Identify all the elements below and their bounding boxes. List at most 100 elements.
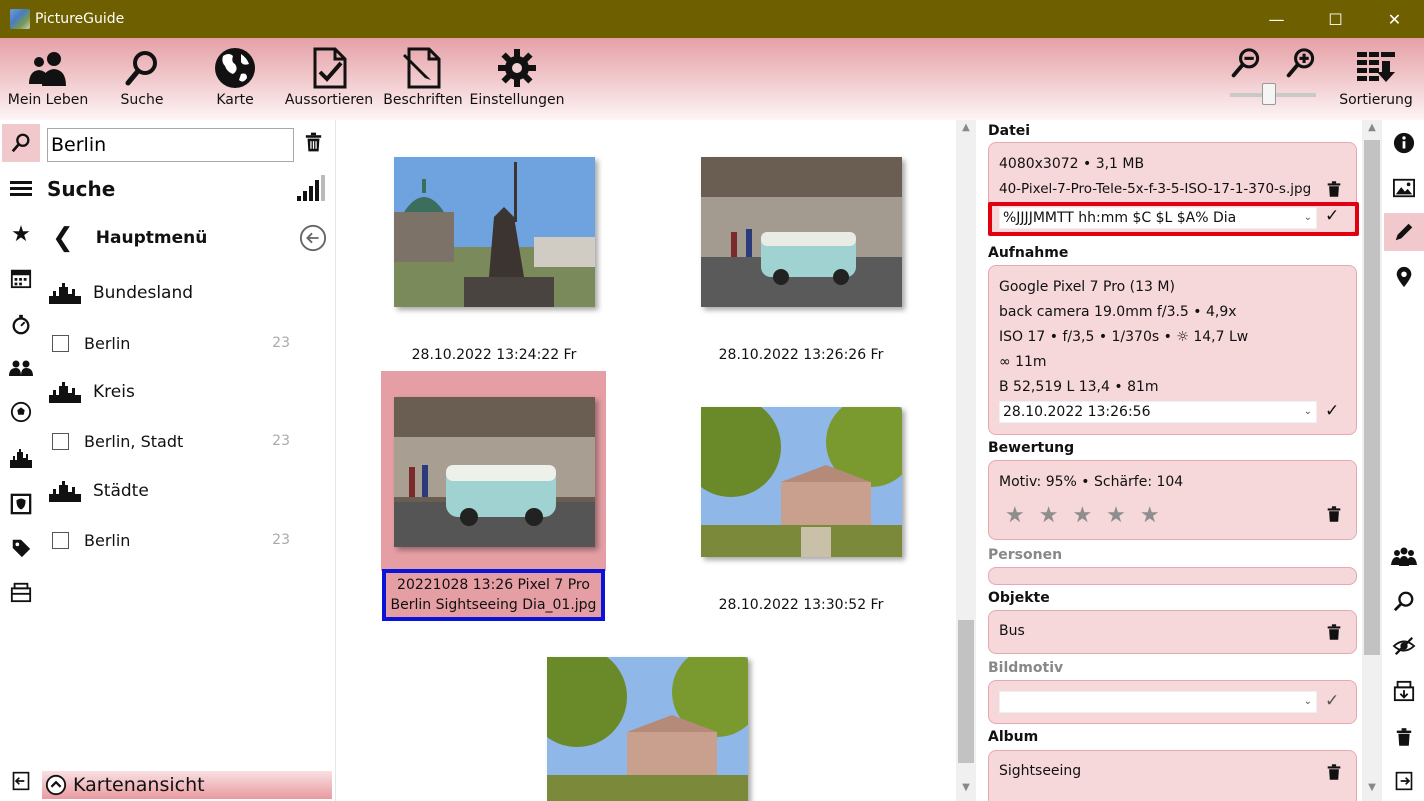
- clear-search-button[interactable]: [305, 132, 322, 156]
- image-view-button[interactable]: [1391, 175, 1417, 201]
- rail-menu-button[interactable]: [8, 176, 34, 202]
- info-button[interactable]: [1391, 130, 1417, 156]
- hide-button[interactable]: [1391, 633, 1417, 659]
- gallery-scrollbar[interactable]: ▲ ▼: [956, 120, 976, 801]
- file-name: 40-Pixel-7-Pro-Tele-5x-f-3-5-ISO-17-1-37…: [999, 181, 1312, 197]
- photo-thumbnail[interactable]: [394, 157, 595, 307]
- photo-thumbnail[interactable]: [701, 407, 902, 557]
- title-bar: PictureGuide — ☐ ✕: [0, 0, 1424, 38]
- exit-right-button[interactable]: [1391, 768, 1417, 794]
- face-search-button[interactable]: [1391, 588, 1417, 614]
- filter-count: 23: [272, 532, 290, 548]
- map-view-label: Kartenansicht: [73, 774, 205, 796]
- selected-photo-caption[interactable]: 20221028 13:26 Pixel 7 Pro Berlin Sights…: [382, 569, 605, 621]
- zoom-out-icon: [1231, 48, 1260, 78]
- maximize-button[interactable]: ☐: [1306, 0, 1365, 38]
- rail-favorites-button[interactable]: ★: [8, 221, 34, 247]
- search-icon: [125, 51, 157, 86]
- soccer-ball-icon: [10, 401, 32, 423]
- date-combo[interactable]: 28.10.2022 13:26:56 ⌄: [999, 401, 1317, 423]
- rail-sports-button[interactable]: [8, 399, 34, 425]
- photo-thumbnail-selected[interactable]: [394, 397, 595, 547]
- rail-tags-button[interactable]: [8, 535, 34, 561]
- beschriften-button[interactable]: Beschriften: [383, 38, 463, 120]
- rail-persons-button[interactable]: [8, 355, 34, 381]
- edit-button[interactable]: [1391, 219, 1417, 245]
- group-kreis[interactable]: Kreis: [42, 372, 332, 412]
- checkbox[interactable]: [52, 334, 69, 352]
- map-view-toggle[interactable]: Kartenansicht: [42, 771, 332, 799]
- aussortieren-button[interactable]: Aussortieren: [282, 38, 376, 120]
- export-button[interactable]: [1391, 678, 1417, 704]
- filter-label: Berlin: [84, 333, 131, 353]
- section-title-album: Album: [988, 729, 1039, 745]
- scroll-down-arrow[interactable]: ▼: [1362, 782, 1382, 798]
- einstellungen-button[interactable]: Einstellungen: [470, 38, 564, 120]
- back-to-main-menu[interactable]: ❮ Hauptmenü: [42, 218, 332, 258]
- photo-vw-bus-street: [701, 157, 902, 307]
- zoom-in-button[interactable]: [1281, 38, 1321, 120]
- personen-box[interactable]: [988, 567, 1357, 585]
- sortierung-button[interactable]: Sortierung: [1336, 38, 1416, 120]
- checkbox[interactable]: [52, 531, 69, 549]
- scroll-up-arrow[interactable]: ▲: [956, 122, 976, 138]
- trash-icon: [1327, 181, 1341, 197]
- city-skyline-icon: [49, 283, 81, 304]
- location-info: B 52,519 L 13,4 • 81m: [999, 379, 1159, 395]
- delete-object-button[interactable]: [1327, 624, 1341, 644]
- rail-search-button[interactable]: [8, 130, 34, 156]
- filter-item-berlin-stadt[interactable]: Berlin, Stadt 23: [42, 421, 332, 461]
- search-icon: [11, 133, 30, 153]
- suche-button[interactable]: Suche: [110, 38, 174, 120]
- zoom-slider-thumb[interactable]: [1261, 83, 1276, 105]
- scroll-up-arrow[interactable]: ▲: [1362, 122, 1382, 138]
- delete-rating-button[interactable]: [1327, 506, 1341, 526]
- mein-leben-button[interactable]: Mein Leben: [8, 38, 88, 120]
- rail-motif-button[interactable]: [8, 491, 34, 517]
- filter-count: 23: [272, 433, 290, 449]
- delete-photo-button[interactable]: [1391, 724, 1417, 750]
- zoom-out-button[interactable]: [1226, 38, 1266, 120]
- filter-item-berlin-staedte[interactable]: Berlin 23: [42, 520, 332, 560]
- checkbox[interactable]: [52, 432, 69, 450]
- group-bundesland[interactable]: Bundesland: [42, 273, 332, 313]
- rail-exit-button[interactable]: [8, 768, 34, 794]
- location-button[interactable]: [1391, 264, 1417, 290]
- check-icon: ✓: [1325, 691, 1340, 711]
- minimize-button[interactable]: —: [1247, 0, 1306, 38]
- karte-button[interactable]: Karte: [205, 38, 265, 120]
- group-staedte[interactable]: Städte: [42, 471, 332, 511]
- details-scroll-thumb[interactable]: [1364, 140, 1380, 655]
- rail-calendar-button[interactable]: [8, 265, 34, 291]
- apply-date-button[interactable]: ✓: [1325, 401, 1339, 421]
- panel-heading: Suche: [47, 177, 116, 201]
- mein-leben-label: Mein Leben: [7, 92, 89, 108]
- search-input[interactable]: [47, 128, 294, 162]
- star-rating[interactable]: ★★★★★: [1005, 503, 1174, 528]
- chevron-up-circle-icon: [45, 774, 67, 796]
- magnify-grid-icon: [1393, 591, 1414, 612]
- scroll-down-arrow[interactable]: ▼: [956, 782, 976, 798]
- rail-places-button[interactable]: [8, 445, 34, 471]
- photo-thumbnail[interactable]: [547, 657, 748, 801]
- trash-icon: [305, 132, 322, 152]
- details-scrollbar[interactable]: ▲ ▼: [1362, 120, 1382, 801]
- apply-bildmotiv-button[interactable]: ✓: [1325, 691, 1339, 711]
- group-icon: [1391, 547, 1417, 566]
- rail-album-button[interactable]: [8, 579, 34, 605]
- group-persons-button[interactable]: [1391, 544, 1417, 570]
- bildmotiv-combo[interactable]: ⌄: [999, 691, 1317, 713]
- rail-timer-button[interactable]: [8, 311, 34, 337]
- suche-label: Suche: [120, 92, 164, 108]
- close-button[interactable]: ✕: [1365, 0, 1424, 38]
- photo-museum-trees-2: [547, 657, 748, 801]
- delete-file-button[interactable]: [1327, 181, 1341, 201]
- bewertung-box: Motiv: 95% • Schärfe: 104 ★★★★★: [988, 460, 1357, 540]
- photo-thumbnail[interactable]: [701, 157, 902, 307]
- filter-item-berlin-bundesland[interactable]: Berlin 23: [42, 323, 332, 363]
- window-title: PictureGuide: [35, 11, 125, 27]
- collapse-button[interactable]: [299, 224, 327, 256]
- document-edit-icon: [403, 47, 441, 89]
- gallery-scroll-thumb[interactable]: [958, 620, 974, 763]
- delete-album-button[interactable]: [1327, 764, 1341, 784]
